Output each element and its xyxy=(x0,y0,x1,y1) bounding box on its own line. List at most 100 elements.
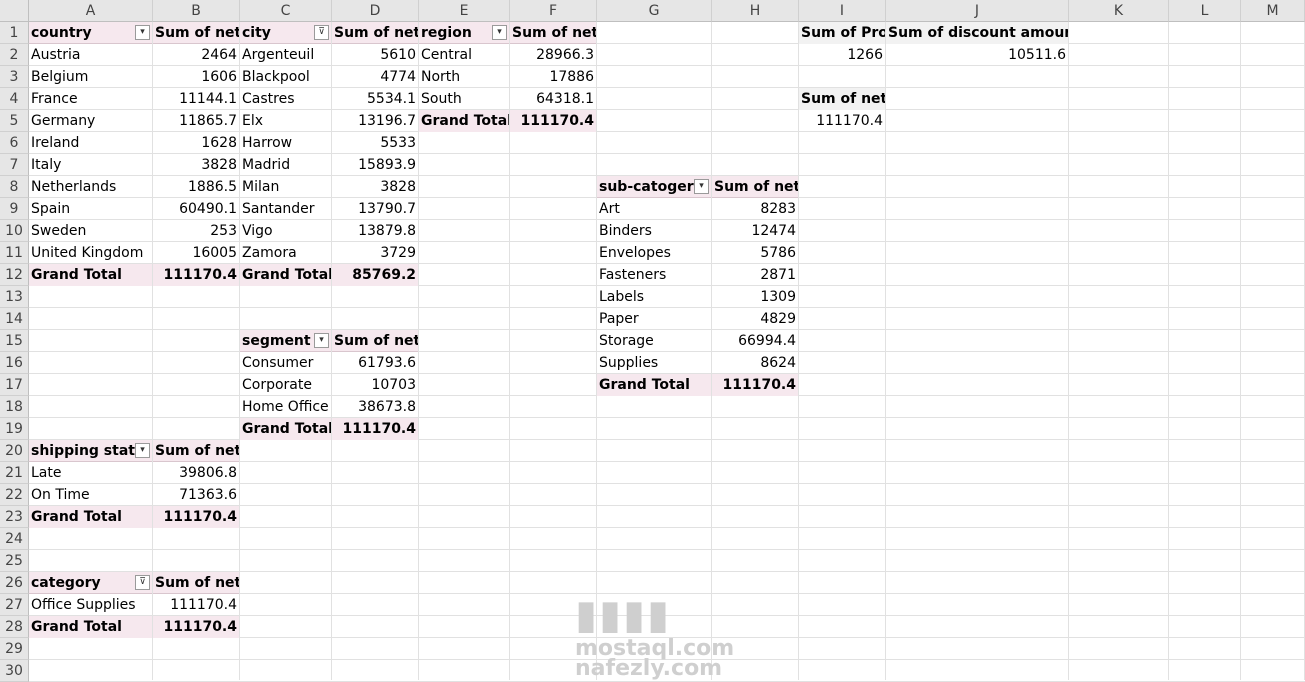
column-header-h[interactable]: H xyxy=(712,0,799,22)
subcategory-pivot-row-value[interactable]: 5786 xyxy=(712,242,798,264)
subcategory-pivot-row-value[interactable]: 8624 xyxy=(712,352,798,374)
city-pivot-row-value[interactable]: 5610 xyxy=(332,44,418,66)
subcategory-pivot-row-label[interactable]: Envelopes xyxy=(597,242,711,264)
subcategory-pivot-row-label[interactable]: Art xyxy=(597,198,711,220)
subcategory-pivot-row-value[interactable]: 12474 xyxy=(712,220,798,242)
country-pivot-row-label[interactable]: Netherlands xyxy=(29,176,152,198)
column-header-g[interactable]: G xyxy=(597,0,712,22)
row-header-21[interactable]: 21 xyxy=(0,462,29,484)
segment-pivot-value-header[interactable]: Sum of net xyxy=(332,330,418,352)
row-header-17[interactable]: 17 xyxy=(0,374,29,396)
row-header-18[interactable]: 18 xyxy=(0,396,29,418)
row-header-6[interactable]: 6 xyxy=(0,132,29,154)
country-pivot-row-value[interactable]: 1886.5 xyxy=(153,176,239,198)
region-pivot-grand-total-label[interactable]: Grand Total xyxy=(419,110,509,132)
subcategory-pivot-row-label[interactable]: Supplies xyxy=(597,352,711,374)
country-pivot-value-header[interactable]: Sum of net xyxy=(153,22,239,44)
shipping-pivot-value-header[interactable]: Sum of net xyxy=(153,440,239,462)
segment-pivot-row-label[interactable]: Consumer xyxy=(240,352,331,374)
sum-of-profit-value[interactable]: 1266 xyxy=(799,44,885,66)
country-pivot-row-label[interactable]: Germany xyxy=(29,110,152,132)
region-pivot-row-label[interactable]: North xyxy=(419,66,509,88)
row-header-10[interactable]: 10 xyxy=(0,220,29,242)
city-pivot-row-label[interactable]: Vigo xyxy=(240,220,331,242)
city-pivot-row-label[interactable]: Zamora xyxy=(240,242,331,264)
column-header-f[interactable]: F xyxy=(510,0,597,22)
subcategory-pivot-row-value[interactable]: 8283 xyxy=(712,198,798,220)
row-header-16[interactable]: 16 xyxy=(0,352,29,374)
country-pivot-row-label[interactable]: Ireland xyxy=(29,132,152,154)
city-pivot-row-label[interactable]: Harrow xyxy=(240,132,331,154)
row-header-7[interactable]: 7 xyxy=(0,154,29,176)
city-pivot-row-value[interactable]: 13790.7 xyxy=(332,198,418,220)
city-pivot-row-value[interactable]: 3729 xyxy=(332,242,418,264)
row-header-26[interactable]: 26 xyxy=(0,572,29,594)
country-pivot-row-value[interactable]: 3828 xyxy=(153,154,239,176)
country-pivot-row-value[interactable]: 1606 xyxy=(153,66,239,88)
subcategory-pivot-row-value[interactable]: 66994.4 xyxy=(712,330,798,352)
row-header-25[interactable]: 25 xyxy=(0,550,29,572)
subcategory-pivot-row-label[interactable]: Fasteners xyxy=(597,264,711,286)
shipping-pivot-grand-total-label[interactable]: Grand Total xyxy=(29,506,152,528)
row-header-5[interactable]: 5 xyxy=(0,110,29,132)
column-header-d[interactable]: D xyxy=(332,0,419,22)
row-header-27[interactable]: 27 xyxy=(0,594,29,616)
column-header-c[interactable]: C xyxy=(240,0,332,22)
row-header-11[interactable]: 11 xyxy=(0,242,29,264)
country-pivot-row-label[interactable]: United Kingdom xyxy=(29,242,152,264)
dropdown-arrow-icon[interactable]: ▾ xyxy=(135,443,150,458)
sum-of-net-value[interactable]: 111170.4 xyxy=(799,110,885,132)
city-pivot-row-value[interactable]: 15893.9 xyxy=(332,154,418,176)
subcategory-pivot-row-value[interactable]: 1309 xyxy=(712,286,798,308)
subcategory-pivot-row-label[interactable]: Paper xyxy=(597,308,711,330)
sum-of-profit-header[interactable]: Sum of Prof xyxy=(799,22,885,44)
row-header-28[interactable]: 28 xyxy=(0,616,29,638)
row-header-30[interactable]: 30 xyxy=(0,660,29,682)
country-pivot-header[interactable]: country xyxy=(29,22,152,44)
shipping-pivot-grand-total-value[interactable]: 111170.4 xyxy=(153,506,239,528)
city-pivot-row-label[interactable]: Argenteuil xyxy=(240,44,331,66)
row-header-23[interactable]: 23 xyxy=(0,506,29,528)
country-pivot-row-label[interactable]: Austria xyxy=(29,44,152,66)
subcategory-pivot-row-label[interactable]: Storage xyxy=(597,330,711,352)
region-pivot-grand-total-value[interactable]: 111170.4 xyxy=(510,110,596,132)
city-pivot-grand-total-value[interactable]: 85769.2 xyxy=(332,264,418,286)
segment-pivot-row-label[interactable]: Corporate xyxy=(240,374,331,396)
filter-applied-icon[interactable]: ⊽ xyxy=(314,25,329,40)
subcategory-pivot-grand-total-value[interactable]: 111170.4 xyxy=(712,374,798,396)
dropdown-arrow-icon[interactable]: ▾ xyxy=(314,333,329,348)
column-header-b[interactable]: B xyxy=(153,0,240,22)
country-pivot-row-value[interactable]: 60490.1 xyxy=(153,198,239,220)
row-header-24[interactable]: 24 xyxy=(0,528,29,550)
row-header-13[interactable]: 13 xyxy=(0,286,29,308)
region-pivot-row-value[interactable]: 28966.3 xyxy=(510,44,596,66)
country-pivot-row-label[interactable]: Belgium xyxy=(29,66,152,88)
segment-pivot-grand-total-label[interactable]: Grand Total xyxy=(240,418,331,440)
subcategory-pivot-row-label[interactable]: Binders xyxy=(597,220,711,242)
country-pivot-grand-total-value[interactable]: 111170.4 xyxy=(153,264,239,286)
filter-applied-icon[interactable]: ⊽ xyxy=(135,575,150,590)
subcategory-pivot-row-label[interactable]: Labels xyxy=(597,286,711,308)
country-pivot-grand-total-label[interactable]: Grand Total xyxy=(29,264,152,286)
country-pivot-row-label[interactable]: Sweden xyxy=(29,220,152,242)
select-all-corner[interactable] xyxy=(0,0,29,22)
row-header-29[interactable]: 29 xyxy=(0,638,29,660)
subcategory-pivot-row-value[interactable]: 4829 xyxy=(712,308,798,330)
segment-pivot-row-label[interactable]: Home Office xyxy=(240,396,331,418)
region-pivot-row-label[interactable]: South xyxy=(419,88,509,110)
dropdown-arrow-icon[interactable]: ▾ xyxy=(135,25,150,40)
category-pivot-grand-total-value[interactable]: 111170.4 xyxy=(153,616,239,638)
subcategory-pivot-grand-total-label[interactable]: Grand Total xyxy=(597,374,711,396)
city-pivot-row-value[interactable]: 13196.7 xyxy=(332,110,418,132)
segment-pivot-row-value[interactable]: 38673.8 xyxy=(332,396,418,418)
category-pivot-value-header[interactable]: Sum of net xyxy=(153,572,239,594)
column-header-j[interactable]: J xyxy=(886,0,1069,22)
city-pivot-row-value[interactable]: 4774 xyxy=(332,66,418,88)
sum-of-discount-value[interactable]: 10511.6 xyxy=(886,44,1068,66)
column-header-i[interactable]: I xyxy=(799,0,886,22)
country-pivot-row-value[interactable]: 11865.7 xyxy=(153,110,239,132)
sum-of-net-header[interactable]: Sum of net xyxy=(799,88,885,110)
city-pivot-row-label[interactable]: Blackpool xyxy=(240,66,331,88)
region-pivot-value-header[interactable]: Sum of net xyxy=(510,22,596,44)
city-pivot-row-label[interactable]: Castres xyxy=(240,88,331,110)
